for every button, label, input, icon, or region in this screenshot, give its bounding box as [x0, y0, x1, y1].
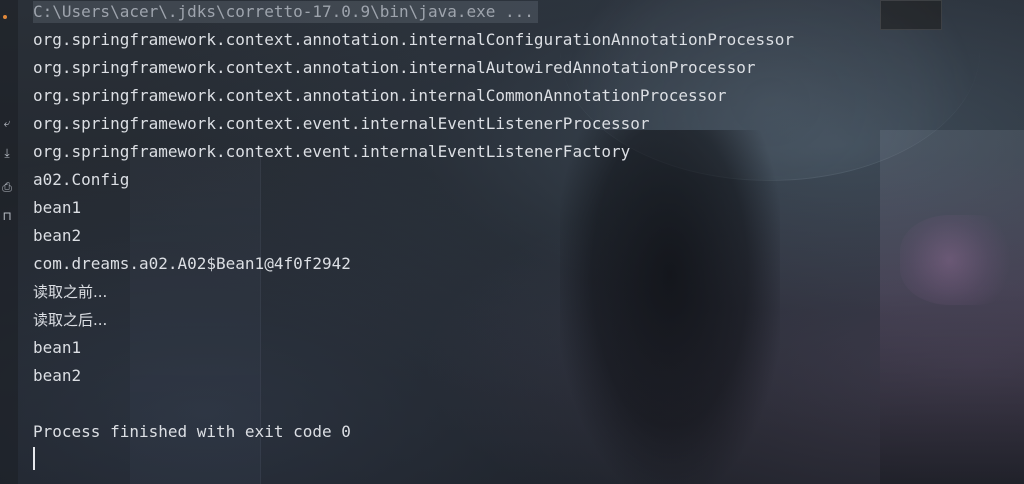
- text-caret: [33, 447, 35, 470]
- output-line: bean1: [33, 198, 82, 217]
- output-line: org.springframework.context.event.intern…: [33, 142, 631, 161]
- console-output[interactable]: C:\Users\acer\.jdks\corretto-17.0.9\bin\…: [33, 0, 1024, 484]
- output-line: 读取之后...: [33, 311, 108, 329]
- wrap-lines-icon[interactable]: ⤶: [0, 114, 14, 132]
- exit-status-line: Process finished with exit code 0: [33, 422, 351, 441]
- output-line: org.springframework.context.annotation.i…: [33, 86, 727, 105]
- output-line: org.springframework.context.annotation.i…: [33, 30, 794, 49]
- output-line: bean2: [33, 226, 82, 245]
- scroll-to-end-icon[interactable]: ⤓: [0, 144, 14, 162]
- command-line[interactable]: C:\Users\acer\.jdks\corretto-17.0.9\bin\…: [33, 1, 538, 23]
- run-console-window: ⤶ ⤓ ⎙ ⊓ C:\Users\acer\.jdks\corretto-17.…: [0, 0, 1024, 484]
- output-line: org.springframework.context.event.intern…: [33, 114, 650, 133]
- print-icon[interactable]: ⎙: [0, 178, 14, 196]
- output-line: 读取之前...: [33, 283, 108, 301]
- output-line: org.springframework.context.annotation.i…: [33, 58, 756, 77]
- output-line: bean2: [33, 366, 82, 385]
- run-indicator-icon: [3, 15, 7, 19]
- pin-icon[interactable]: ⊓: [0, 207, 14, 225]
- console-toolbar: ⤶ ⤓ ⎙ ⊓: [0, 0, 18, 484]
- output-line: a02.Config: [33, 170, 130, 189]
- output-line: bean1: [33, 338, 82, 357]
- output-line: com.dreams.a02.A02$Bean1@4f0f2942: [33, 254, 351, 273]
